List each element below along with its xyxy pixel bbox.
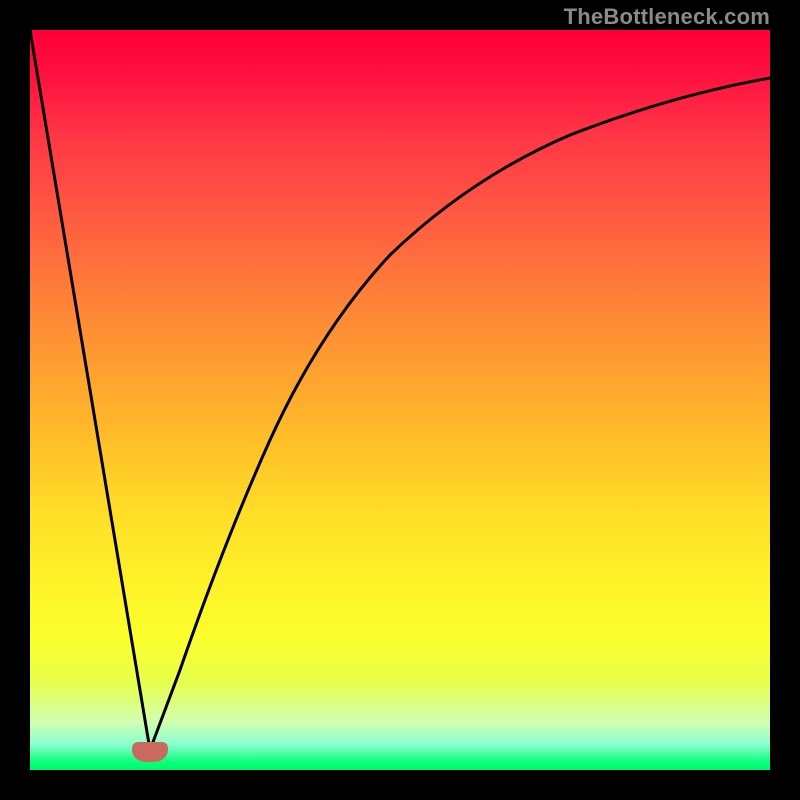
curve-right-limb <box>150 78 770 750</box>
curve-left-limb <box>30 30 150 750</box>
plot-area <box>30 30 770 770</box>
chart-stage: TheBottleneck.com <box>0 0 800 800</box>
curve-svg <box>30 30 770 770</box>
min-marker-icon <box>132 742 168 762</box>
watermark-text: TheBottleneck.com <box>564 4 770 30</box>
